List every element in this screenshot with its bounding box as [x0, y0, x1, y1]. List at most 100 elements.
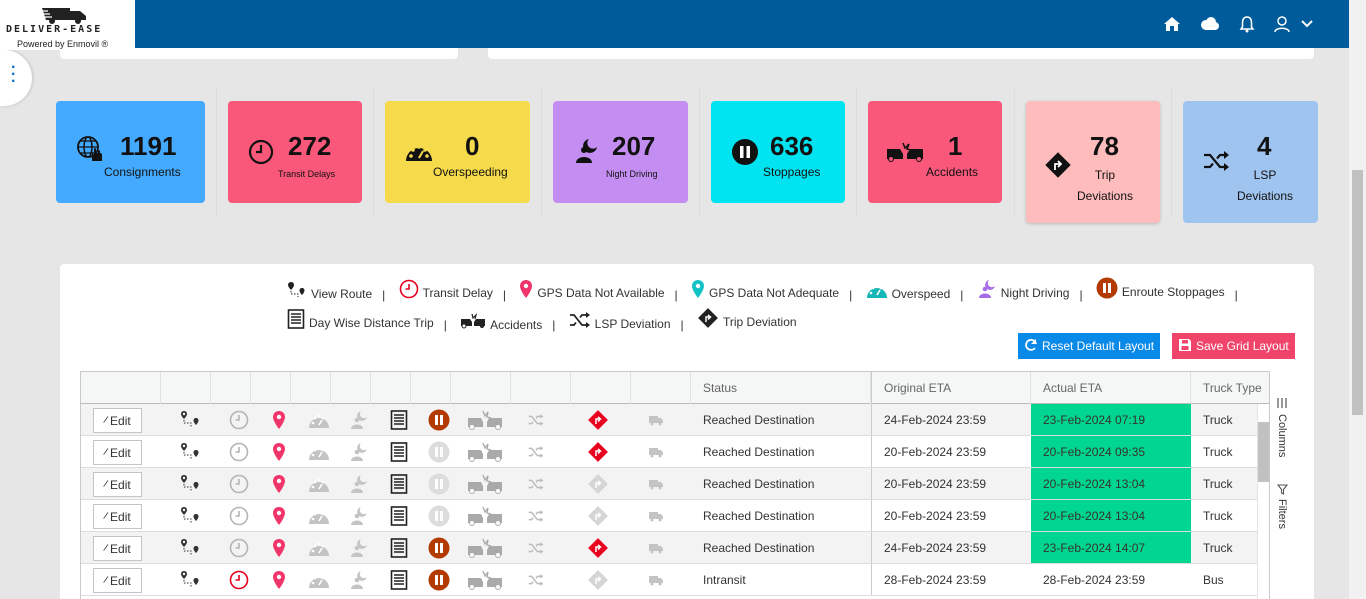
header-doc-col[interactable]	[371, 372, 411, 404]
moon-person-icon[interactable]	[349, 404, 369, 435]
edit-button[interactable]: / Edit	[93, 472, 142, 497]
card-lsp-deviations[interactable]: 4 LSP Deviations	[1183, 101, 1318, 223]
reset-default-layout-button[interactable]: Reset Default Layout	[1018, 333, 1161, 359]
route-icon[interactable]	[179, 436, 201, 467]
clock-icon[interactable]	[229, 468, 249, 499]
shuffle-icon[interactable]	[528, 404, 544, 435]
diamond-turn-icon[interactable]	[587, 468, 609, 499]
header-action-col[interactable]	[81, 372, 161, 404]
moon-person-icon[interactable]	[349, 468, 369, 499]
document-icon[interactable]	[390, 532, 408, 563]
header-original-eta[interactable]: Original ETA	[871, 372, 1031, 404]
header-speed-col[interactable]	[291, 372, 331, 404]
header-trip-col[interactable]	[571, 372, 631, 404]
card-transit-delays[interactable]: 272 Transit Delays	[228, 101, 362, 203]
table-row[interactable]: / Edit Reached Destination 24-Feb-2024 23…	[81, 404, 1257, 436]
pin-red-icon[interactable]	[272, 468, 286, 499]
header-actual-eta[interactable]: Actual ETA	[1031, 372, 1191, 404]
truck-icon[interactable]	[648, 468, 664, 499]
header-night-col[interactable]	[331, 372, 371, 404]
pin-red-icon[interactable]	[272, 436, 286, 467]
pause-icon[interactable]	[428, 532, 450, 563]
clock-icon[interactable]	[229, 564, 249, 595]
speedometer-icon[interactable]	[308, 500, 330, 531]
card-overspeeding[interactable]: 0 Overspeeding	[385, 101, 530, 203]
diamond-turn-icon[interactable]	[587, 532, 609, 563]
crash-icon[interactable]	[467, 404, 503, 435]
chevron-down-icon[interactable]	[1301, 20, 1313, 28]
document-icon[interactable]	[390, 436, 408, 467]
cloud-icon[interactable]	[1199, 16, 1221, 32]
shuffle-icon[interactable]	[528, 436, 544, 467]
table-row[interactable]: / Edit Reached Destination 20-Feb-2024 23…	[81, 500, 1257, 532]
route-icon[interactable]	[179, 500, 201, 531]
clock-icon[interactable]	[229, 532, 249, 563]
table-row[interactable]: / Edit Reached Destination 20-Feb-2024 23…	[81, 468, 1257, 500]
crash-icon[interactable]	[467, 532, 503, 563]
user-icon[interactable]	[1273, 15, 1291, 33]
clock-icon[interactable]	[229, 404, 249, 435]
clock-icon[interactable]	[229, 500, 249, 531]
card-night-driving[interactable]: 207 Night Driving	[553, 101, 688, 203]
moon-person-icon[interactable]	[349, 564, 369, 595]
header-delay-col[interactable]	[211, 372, 251, 404]
header-gps-col[interactable]	[251, 372, 291, 404]
card-trip-deviations[interactable]: 78 Trip Deviations	[1026, 101, 1160, 223]
moon-person-icon[interactable]	[349, 436, 369, 467]
pin-red-icon[interactable]	[272, 532, 286, 563]
table-row[interactable]: / Edit Reached Destination 20-Feb-2024 23…	[81, 436, 1257, 468]
columns-tool[interactable]: Columns	[1276, 414, 1288, 457]
truck-icon[interactable]	[648, 564, 664, 595]
header-accident-col[interactable]	[451, 372, 511, 404]
route-icon[interactable]	[179, 532, 201, 563]
pin-red-icon[interactable]	[272, 500, 286, 531]
header-truck-type[interactable]: Truck Type	[1191, 372, 1269, 404]
diamond-turn-icon[interactable]	[587, 564, 609, 595]
table-row[interactable]: / Edit Intransit 28-Feb-2024 23:59 28-Feb…	[81, 564, 1257, 596]
diamond-turn-icon[interactable]	[587, 436, 609, 467]
brand-logo[interactable]: DELIVER-EASE Powered by Enmovil ®	[0, 0, 135, 50]
edit-button[interactable]: / Edit	[93, 568, 142, 593]
grid-scrollbar-thumb[interactable]	[1258, 422, 1269, 482]
sidebar-toggle[interactable]: · · ·	[0, 50, 32, 106]
route-icon[interactable]	[179, 404, 201, 435]
crash-icon[interactable]	[467, 436, 503, 467]
truck-icon[interactable]	[648, 404, 664, 435]
shuffle-icon[interactable]	[528, 468, 544, 499]
header-stop-col[interactable]	[411, 372, 451, 404]
header-vehicle-col[interactable]	[631, 372, 691, 404]
shuffle-icon[interactable]	[528, 564, 544, 595]
header-status[interactable]: Status	[691, 372, 871, 404]
speedometer-icon[interactable]	[308, 404, 330, 435]
pause-icon[interactable]	[428, 468, 450, 499]
pause-icon[interactable]	[428, 436, 450, 467]
document-icon[interactable]	[390, 564, 408, 595]
table-row[interactable]: / Edit Reached Destination 24-Feb-2024 23…	[81, 532, 1257, 564]
pause-icon[interactable]	[428, 564, 450, 595]
home-icon[interactable]	[1163, 16, 1181, 32]
moon-person-icon[interactable]	[349, 532, 369, 563]
header-route-col[interactable]	[161, 372, 211, 404]
truck-icon[interactable]	[648, 532, 664, 563]
truck-icon[interactable]	[648, 436, 664, 467]
clock-icon[interactable]	[229, 436, 249, 467]
page-scrollbar[interactable]	[1349, 0, 1366, 599]
document-icon[interactable]	[390, 468, 408, 499]
speedometer-icon[interactable]	[308, 468, 330, 499]
edit-button[interactable]: / Edit	[93, 408, 142, 433]
speedometer-icon[interactable]	[308, 532, 330, 563]
document-icon[interactable]	[390, 404, 408, 435]
pause-icon[interactable]	[428, 500, 450, 531]
route-icon[interactable]	[179, 564, 201, 595]
page-scrollbar-thumb[interactable]	[1352, 170, 1363, 415]
header-lsp-col[interactable]	[511, 372, 571, 404]
diamond-turn-icon[interactable]	[587, 404, 609, 435]
route-icon[interactable]	[179, 468, 201, 499]
diamond-turn-icon[interactable]	[587, 500, 609, 531]
moon-person-icon[interactable]	[349, 500, 369, 531]
card-consignments[interactable]: 1191 Consignments	[56, 101, 205, 203]
save-grid-layout-button[interactable]: Save Grid Layout	[1172, 333, 1295, 359]
speedometer-icon[interactable]	[308, 436, 330, 467]
card-accidents[interactable]: 1 Accidents	[868, 101, 1002, 203]
edit-button[interactable]: / Edit	[93, 536, 142, 561]
